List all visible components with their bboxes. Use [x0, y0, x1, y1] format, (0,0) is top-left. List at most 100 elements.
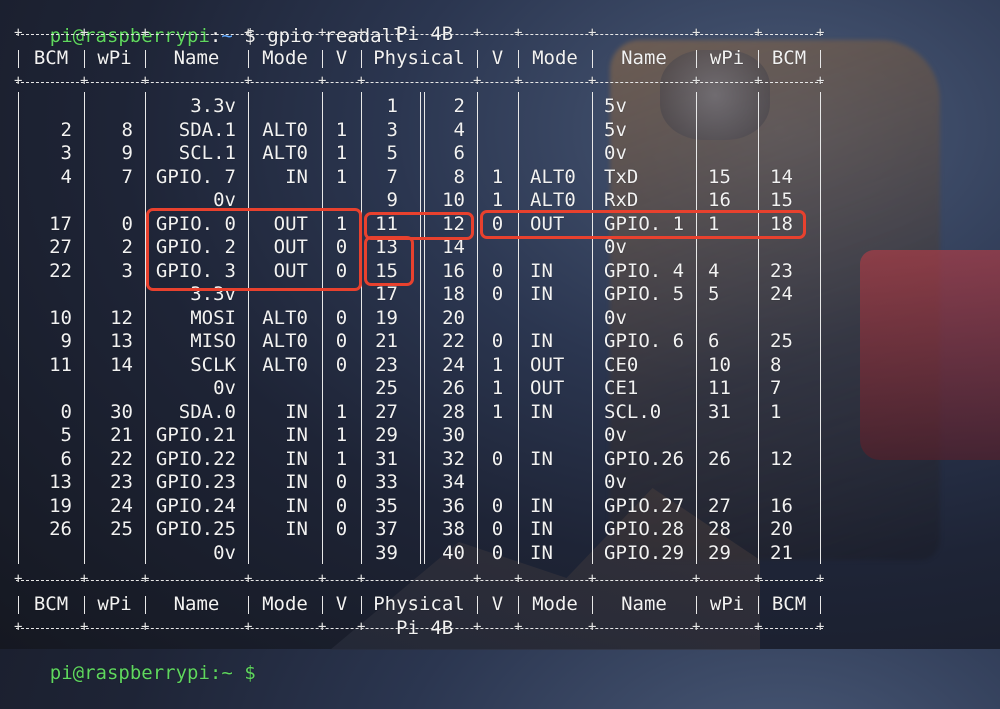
column-footer: V — [491, 593, 504, 615]
table-cell: IN — [285, 424, 308, 446]
column-footer: Name — [173, 593, 220, 615]
table-cell: 15 — [770, 189, 793, 211]
table-cell: ALT0 — [262, 353, 308, 376]
border-plus: + — [588, 25, 597, 41]
table-cell: 3 — [386, 118, 398, 141]
column-header: wPi — [709, 47, 745, 69]
table-cell — [322, 377, 361, 401]
border-plus: + — [318, 73, 327, 89]
table-cell: 1 — [335, 118, 348, 141]
border-plus: + — [80, 571, 89, 587]
table-cell: 11 — [49, 353, 72, 376]
table-cell: 0v — [604, 306, 627, 329]
table-cell: 7 — [121, 165, 133, 188]
table-cell: 1 — [491, 189, 504, 211]
table-cell: GPIO. 6 — [604, 330, 685, 352]
table-cell: 0 — [60, 400, 72, 423]
prompt-separator: : — [209, 24, 222, 47]
table-cell: GPIO. 5 — [604, 283, 685, 305]
table-cell: 2 — [60, 118, 72, 141]
table-cell: 1 — [491, 400, 504, 423]
table-cell: 28 — [708, 518, 731, 540]
table-cell: 9 — [60, 330, 72, 352]
table-cell: 3 — [60, 142, 72, 164]
border-plus: + — [244, 25, 253, 41]
border-plus: + — [588, 619, 597, 635]
border-plus: + — [244, 619, 253, 635]
border-plus: + — [357, 25, 366, 41]
table-cell: ALT0 — [262, 118, 308, 141]
table-cell: 2 — [121, 236, 133, 258]
header-divider — [518, 50, 519, 68]
border-plus: + — [816, 25, 825, 41]
banner-top: Pi 4B — [396, 23, 454, 45]
column-footer: Physical — [373, 593, 465, 615]
table-cell: 19 — [49, 494, 72, 517]
table-cell — [84, 283, 133, 307]
table-cell: 29 — [708, 541, 731, 564]
table-cell: IN — [530, 541, 553, 564]
table-cell: 10 — [442, 189, 465, 211]
header-divider — [477, 596, 478, 614]
body-bottom-border — [16, 580, 823, 581]
table-cell — [770, 471, 820, 495]
border-plus: + — [14, 73, 23, 89]
table-cell: IN — [530, 400, 553, 423]
column-divider — [18, 92, 19, 564]
table-cell: 1 — [491, 353, 504, 376]
header-divider — [18, 596, 19, 614]
table-cell: IN — [285, 400, 308, 423]
table-cell: 15 — [708, 165, 731, 188]
header-divider — [84, 596, 85, 614]
header-divider — [361, 50, 362, 68]
table-cell — [477, 236, 518, 260]
column-divider — [592, 92, 593, 564]
column-footer: BCM — [771, 593, 807, 615]
table-cell: 14 — [110, 353, 133, 376]
border-plus: + — [514, 25, 523, 41]
border-plus: + — [141, 25, 150, 41]
table-cell: 0 — [121, 212, 133, 235]
table-cell: ALT0 — [530, 165, 576, 188]
table-cell: 40 — [442, 541, 465, 564]
table-cell: 9 — [121, 142, 133, 164]
border-plus: + — [80, 25, 89, 41]
table-cell — [530, 307, 592, 331]
header-divider — [592, 596, 593, 614]
header-divider — [322, 596, 323, 614]
table-cell: 31 — [708, 400, 731, 423]
table-cell: 23 — [110, 471, 133, 493]
table-cell — [18, 95, 72, 119]
table-cell: 4 — [708, 259, 720, 282]
column-divider — [361, 92, 362, 564]
column-divider — [420, 92, 421, 564]
column-header: Physical — [373, 47, 465, 69]
header-divider — [696, 50, 697, 68]
table-cell: 12 — [110, 306, 133, 329]
table-cell: 1 — [491, 165, 504, 188]
header-divider — [758, 50, 759, 68]
table-cell: IN — [530, 259, 553, 282]
table-cell: 24 — [110, 494, 133, 517]
table-cell: 26 — [49, 518, 72, 540]
table-cell: 23 — [375, 353, 398, 376]
column-divider — [518, 92, 519, 564]
table-cell — [708, 119, 758, 143]
border-plus: + — [14, 25, 23, 41]
table-cell — [477, 471, 518, 495]
border-plus: + — [318, 571, 327, 587]
highlight-box-gpio-1-row — [480, 210, 806, 239]
table-cell: 4 — [60, 165, 72, 188]
table-cell: 35 — [375, 494, 398, 517]
table-cell: 5 — [708, 283, 720, 305]
table-cell: 25 — [110, 518, 133, 540]
table-cell: 27 — [708, 494, 731, 517]
table-cell — [770, 95, 820, 119]
column-divider — [248, 92, 249, 564]
table-cell: 3 — [121, 259, 133, 282]
header-divider — [361, 596, 362, 614]
table-cell: IN — [285, 165, 308, 188]
table-cell: 10 — [708, 353, 731, 376]
border-plus: + — [318, 25, 327, 41]
table-cell: GPIO. 4 — [604, 259, 685, 282]
